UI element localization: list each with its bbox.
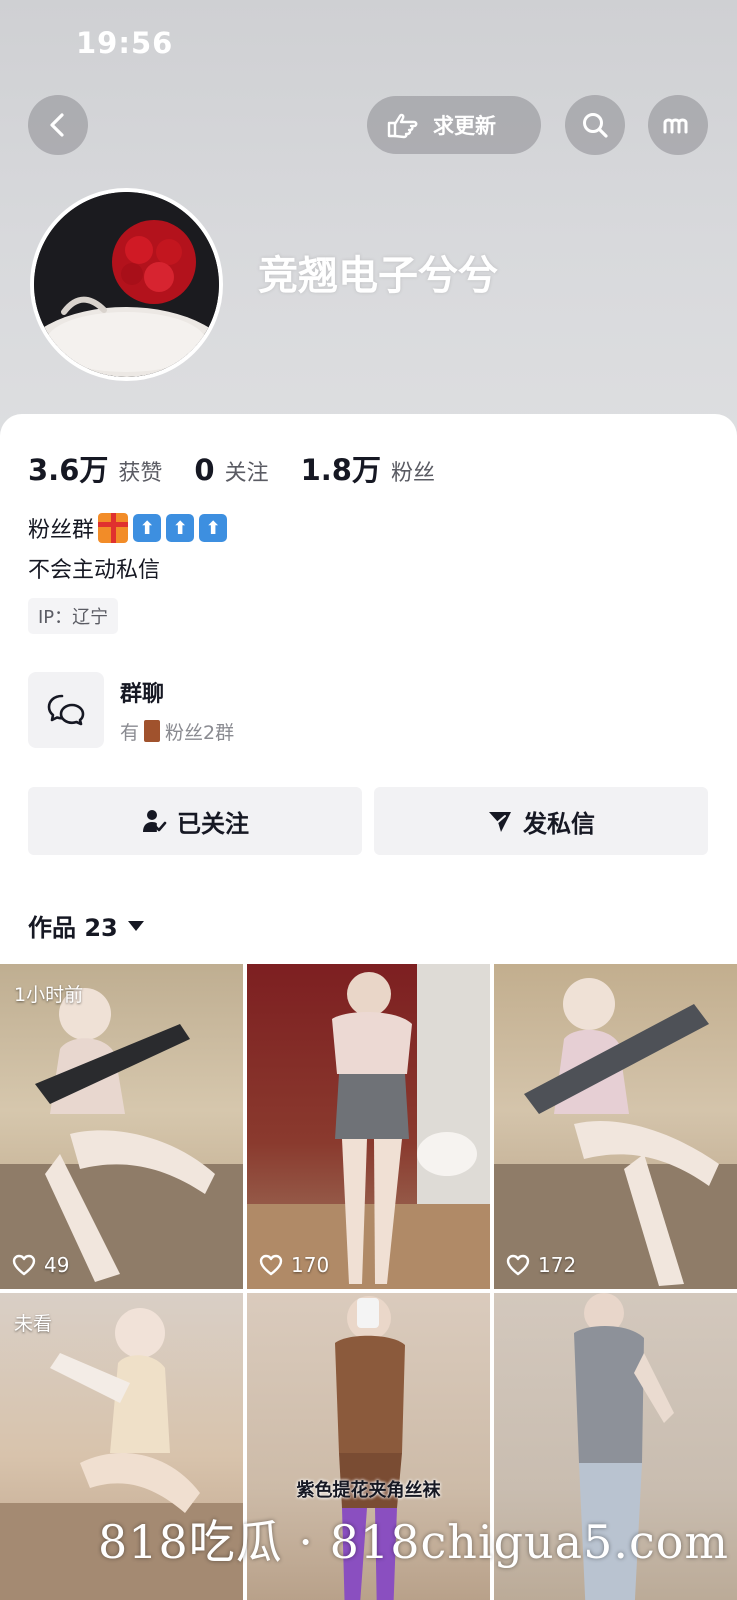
following-stat[interactable]: 0 关注 [194, 453, 268, 487]
send-message-label: 发私信 [523, 809, 595, 838]
group-chat-text: 群聊 有 粉丝2群 [120, 676, 234, 745]
up-arrow-emoji-icon: ⬆ [166, 514, 195, 542]
video-likes: 49 [12, 1253, 69, 1277]
likes-label: 获赞 [118, 461, 163, 486]
profile-header: 19:56 求更新 竞翘电子兮兮 [0, 0, 737, 440]
bio-text-1: 粉丝群 [28, 518, 95, 543]
more-button[interactable] [648, 95, 708, 155]
video-likes: 170 [259, 1253, 329, 1277]
avatar[interactable] [30, 188, 223, 381]
group-chat-icon-box [28, 672, 104, 748]
video-tile[interactable]: 1小时前 49 [0, 964, 243, 1289]
search-icon [583, 113, 608, 138]
works-label: 作品 23 [28, 914, 118, 942]
send-message-button[interactable]: 发私信 [374, 787, 708, 855]
followers-label: 粉丝 [390, 461, 435, 486]
status-time: 19:56 [76, 26, 174, 60]
avatar-image [34, 192, 219, 377]
thumbnail-figure [494, 978, 737, 1289]
group-chat-subtitle: 有 粉丝2群 [120, 718, 234, 745]
followers-count: 1.8万 [300, 453, 381, 487]
request-update-label: 求更新 [433, 114, 496, 138]
more-icon [663, 118, 688, 134]
group-chat-entry[interactable]: 群聊 有 粉丝2群 [28, 672, 588, 748]
chevron-left-icon [50, 113, 64, 137]
gift-emoji-icon [98, 513, 129, 543]
request-update-button[interactable]: 求更新 [367, 96, 541, 154]
hand-point-icon [387, 113, 418, 139]
heart-icon [12, 1254, 36, 1276]
group-sub-suffix: 粉丝2群 [165, 721, 235, 744]
following-count: 0 [194, 453, 215, 487]
video-likes: 172 [506, 1253, 576, 1277]
ip-location-tag: IP：辽宁 [28, 598, 119, 634]
caret-down-icon [127, 920, 144, 931]
user-check-icon [141, 808, 167, 834]
followers-stat[interactable]: 1.8万 粉丝 [301, 447, 435, 489]
video-badge: 未看 [14, 1313, 53, 1335]
thumbnail-figure [0, 988, 243, 1289]
nickname: 竞翘电子兮兮 [258, 253, 498, 299]
heart-icon [259, 1254, 283, 1276]
door-emoji-icon [144, 720, 161, 742]
video-tile[interactable]: 170 [247, 964, 490, 1289]
group-sub-prefix: 有 [120, 721, 140, 744]
bio-line-2: 不会主动私信 [28, 558, 161, 583]
followed-label: 已关注 [177, 809, 249, 838]
followed-button[interactable]: 已关注 [28, 787, 362, 855]
up-arrow-emoji-icon: ⬆ [199, 514, 228, 542]
following-label: 关注 [224, 461, 269, 486]
video-likes-count: 172 [538, 1253, 577, 1277]
likes-count: 3.6万 [28, 453, 109, 487]
bio-line-1: 粉丝群 ⬆ ⬆ ⬆ [28, 512, 228, 544]
video-likes-count: 49 [44, 1253, 70, 1277]
stats-row: 3.6万 获赞 0 关注 1.8万 粉丝 [28, 447, 467, 489]
group-chat-title: 群聊 [120, 681, 165, 707]
likes-stat[interactable]: 3.6万 获赞 [28, 447, 162, 489]
back-button[interactable] [28, 95, 88, 155]
search-button[interactable] [565, 95, 625, 155]
video-caption: 紫色提花夹角丝袜 [296, 1480, 441, 1501]
thumbnail-figure [247, 964, 490, 1289]
watermark: 818吃瓜 · 818chigua5.com [98, 1515, 730, 1569]
video-likes-count: 170 [291, 1253, 330, 1277]
works-tab[interactable]: 作品 23 [28, 908, 144, 943]
chat-bubbles-icon [47, 694, 85, 726]
up-arrow-emoji-icon: ⬆ [133, 514, 162, 542]
heart-icon [506, 1254, 530, 1276]
video-tile[interactable]: 172 [494, 964, 737, 1289]
video-badge: 1小时前 [14, 984, 84, 1006]
send-icon [487, 808, 513, 834]
